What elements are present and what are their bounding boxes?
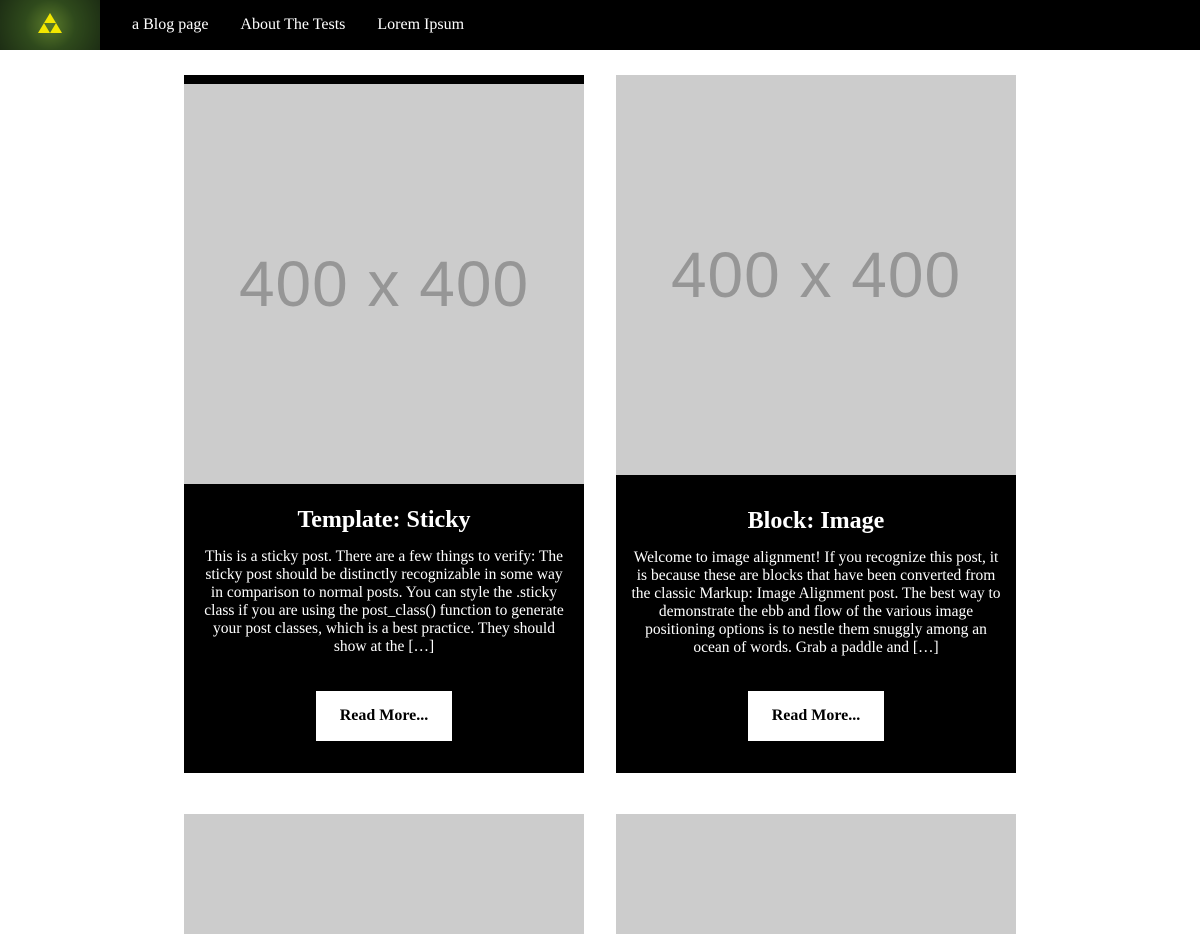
thumbnail-placeholder-text: 400 x 400 (238, 248, 530, 320)
nav-item-about-the-tests[interactable]: About The Tests (240, 16, 345, 34)
post-card-sticky: 400 x 400 Template: Sticky This is a sti… (184, 75, 584, 773)
thumbnail-placeholder-text: 400 x 400 (670, 239, 962, 311)
nav-item-blog-page[interactable]: a Blog page (132, 16, 208, 34)
triforce-icon (38, 13, 62, 33)
post-excerpt: Welcome to image alignment! If you recog… (631, 549, 1001, 656)
main-nav: a Blog page About The Tests Lorem Ipsum (132, 0, 496, 50)
site-header: a Blog page About The Tests Lorem Ipsum (0, 0, 1200, 50)
post-card-block-image: 400 x 400 Block: Image Welcome to image … (616, 75, 1016, 773)
read-more-button[interactable]: Read More... (748, 691, 884, 741)
post-thumbnail-partial[interactable] (184, 814, 584, 934)
post-title[interactable]: Block: Image (616, 507, 1016, 535)
post-excerpt: This is a sticky post. There are a few t… (204, 548, 564, 655)
post-body: Block: Image Welcome to image alignment!… (616, 507, 1016, 657)
read-more-button[interactable]: Read More... (316, 691, 452, 741)
post-thumbnail[interactable]: 400 x 400 (616, 75, 1016, 475)
post-thumbnail-partial[interactable] (616, 814, 1016, 934)
nav-item-lorem-ipsum[interactable]: Lorem Ipsum (377, 16, 464, 34)
site-logo[interactable] (0, 0, 100, 50)
post-title[interactable]: Template: Sticky (184, 506, 584, 534)
post-body: Template: Sticky This is a sticky post. … (184, 506, 584, 656)
post-thumbnail[interactable]: 400 x 400 (184, 84, 584, 484)
